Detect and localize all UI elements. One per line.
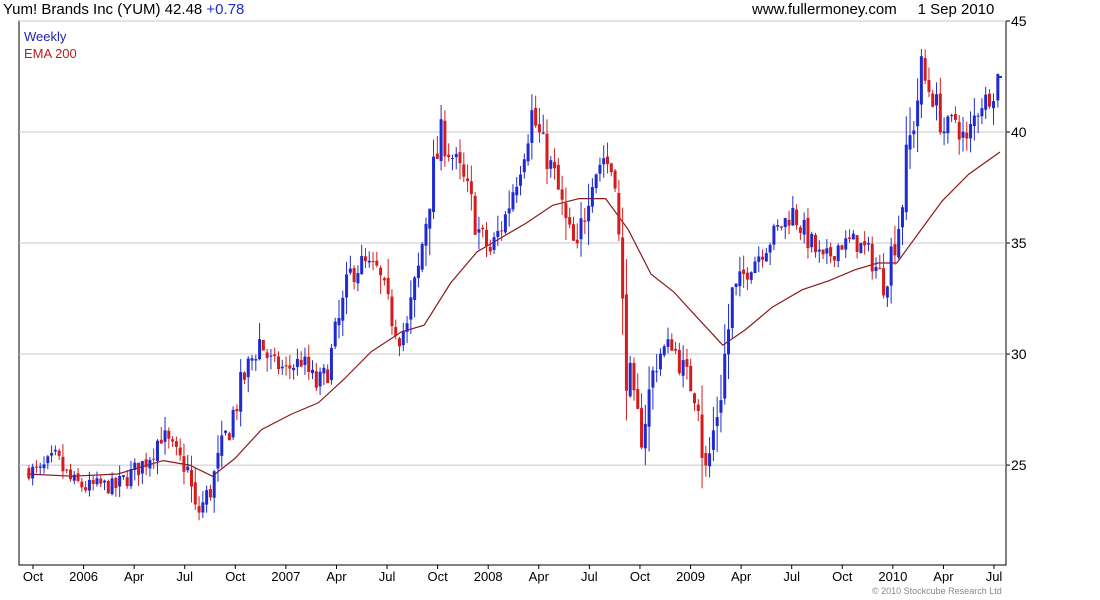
x-tick-label: Apr	[731, 569, 752, 584]
weekly-bar-up	[329, 344, 333, 385]
source-and-date: www.fullermoney.com 1 Sep 2010	[752, 1, 994, 18]
y-tick-label: 30	[1011, 346, 1027, 362]
y-tick-label: 45	[1011, 13, 1027, 29]
y-tick-label: 35	[1011, 235, 1027, 251]
x-tick-label: Apr	[326, 569, 347, 584]
weekly-bar-down	[473, 192, 477, 236]
chart-title: Yum! Brands Inc (YUM) 42.48 +0.78	[3, 1, 244, 18]
copyright: © 2010 Stockcube Research Ltd	[872, 586, 1002, 596]
x-tick-label: Oct	[225, 569, 246, 584]
x-tick-label: Oct	[630, 569, 651, 584]
legend-ema: EMA 200	[24, 46, 77, 61]
weekly-bar-up	[859, 242, 863, 254]
price-change: +0.78	[206, 1, 245, 18]
x-tick-label: Apr	[933, 569, 954, 584]
x-tick-label: 2008	[474, 569, 503, 584]
x-tick-label: Jul	[379, 569, 396, 584]
weekly-bar-up	[231, 406, 235, 440]
x-tick-label: Oct	[832, 569, 853, 584]
chart-date: 1 Sep 2010	[917, 1, 995, 18]
source-link[interactable]: www.fullermoney.com	[752, 1, 897, 18]
x-tick-label: Jul	[176, 569, 193, 584]
weekly-bar-down	[261, 339, 265, 351]
x-tick-label: 2006	[69, 569, 98, 584]
x-tick-label: Oct	[23, 569, 44, 584]
weekly-bar-down	[106, 479, 110, 494]
legend-weekly: Weekly	[24, 29, 67, 44]
x-tick-label: 2010	[878, 569, 907, 584]
x-tick-label: Jul	[581, 569, 598, 584]
x-tick-label: Oct	[428, 569, 449, 584]
weekly-bar-up	[420, 241, 424, 273]
title-text: Yum! Brands Inc (YUM) 42.48	[3, 1, 203, 18]
price-chart: 25 30 35 40 45 Oct 2006 Apr Jul Oct 2007 Apr Jul Oct 2…	[18, 13, 1027, 584]
x-tick-label: Jul	[783, 569, 800, 584]
x-tick-label: 2007	[271, 569, 300, 584]
weekly-bar-up	[333, 317, 337, 350]
weekly-bar-up	[503, 210, 507, 235]
y-tick-label: 25	[1011, 457, 1027, 473]
plot-area	[18, 20, 1007, 566]
y-tick-label: 40	[1011, 124, 1027, 140]
x-tick-label: Apr	[124, 569, 145, 584]
x-tick-label: Jul	[986, 569, 1003, 584]
x-tick-label: Apr	[529, 569, 550, 584]
x-tick-label: 2009	[676, 569, 705, 584]
